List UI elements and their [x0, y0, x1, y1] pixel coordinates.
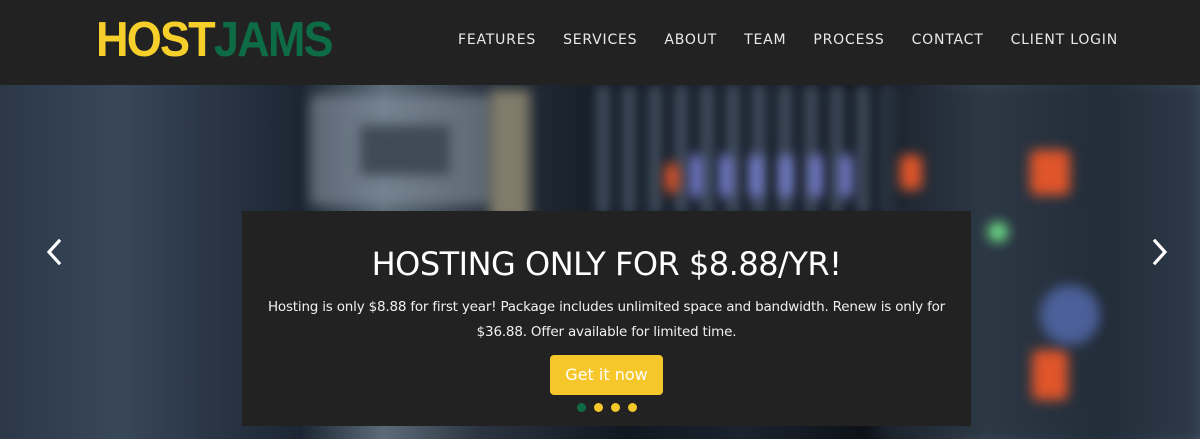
hero-background-shape: [750, 155, 762, 197]
logo-jams-text: JAMS: [213, 13, 334, 67]
hero-background-shape: [840, 155, 852, 197]
slide-indicator-2[interactable]: [593, 403, 603, 412]
brand-logo[interactable]: HOSTJAMS: [96, 12, 334, 68]
hero-background-shape: [665, 163, 679, 193]
hero-background-shape: [690, 155, 702, 197]
hero-background-shape: [1030, 150, 1070, 195]
chevron-left-icon: [46, 238, 62, 266]
slide-indicator-1[interactable]: [576, 403, 586, 412]
nav-item-about[interactable]: ABOUT: [664, 30, 717, 50]
logo-host-text: HOST: [96, 13, 216, 67]
get-it-now-button[interactable]: Get it now: [550, 355, 663, 395]
nav-item-services[interactable]: SERVICES: [563, 30, 637, 50]
hero-background-shape: [988, 222, 1008, 242]
slide-caption: HOSTING ONLY FOR $8.88/YR! Hosting is on…: [242, 211, 971, 426]
site-header: HOSTJAMS FEATURES SERVICES ABOUT TEAM PR…: [0, 0, 1200, 85]
nav-item-client-login[interactable]: CLIENT LOGIN: [1011, 30, 1118, 50]
chevron-right-icon: [1152, 238, 1168, 266]
main-nav: FEATURES SERVICES ABOUT TEAM PROCESS CON…: [458, 30, 1118, 50]
slider-indicators: [242, 403, 971, 412]
hero-slider: HOSTING ONLY FOR $8.88/YR! Hosting is on…: [0, 85, 1200, 439]
nav-item-process[interactable]: PROCESS: [813, 30, 884, 50]
hero-background-shape: [360, 125, 450, 175]
hero-background-shape: [900, 155, 922, 190]
slide-indicator-4[interactable]: [627, 403, 637, 412]
hero-background-shape: [780, 155, 792, 197]
hero-background-shape: [1032, 350, 1068, 400]
nav-item-contact[interactable]: CONTACT: [912, 30, 984, 50]
nav-item-team[interactable]: TEAM: [744, 30, 786, 50]
hero-background-shape: [490, 90, 530, 220]
hero-background-shape: [1040, 285, 1100, 345]
slider-next-button[interactable]: [1144, 237, 1174, 267]
nav-item-features[interactable]: FEATURES: [458, 30, 536, 50]
hero-background-shape: [810, 155, 822, 197]
slide-description: Hosting is only $8.88 for first year! Pa…: [267, 299, 946, 340]
slide-indicator-3[interactable]: [610, 403, 620, 412]
slider-prev-button[interactable]: [40, 237, 70, 267]
slide-title: HOSTING ONLY FOR $8.88/YR!: [371, 245, 842, 283]
hero-background-shape: [720, 155, 732, 197]
